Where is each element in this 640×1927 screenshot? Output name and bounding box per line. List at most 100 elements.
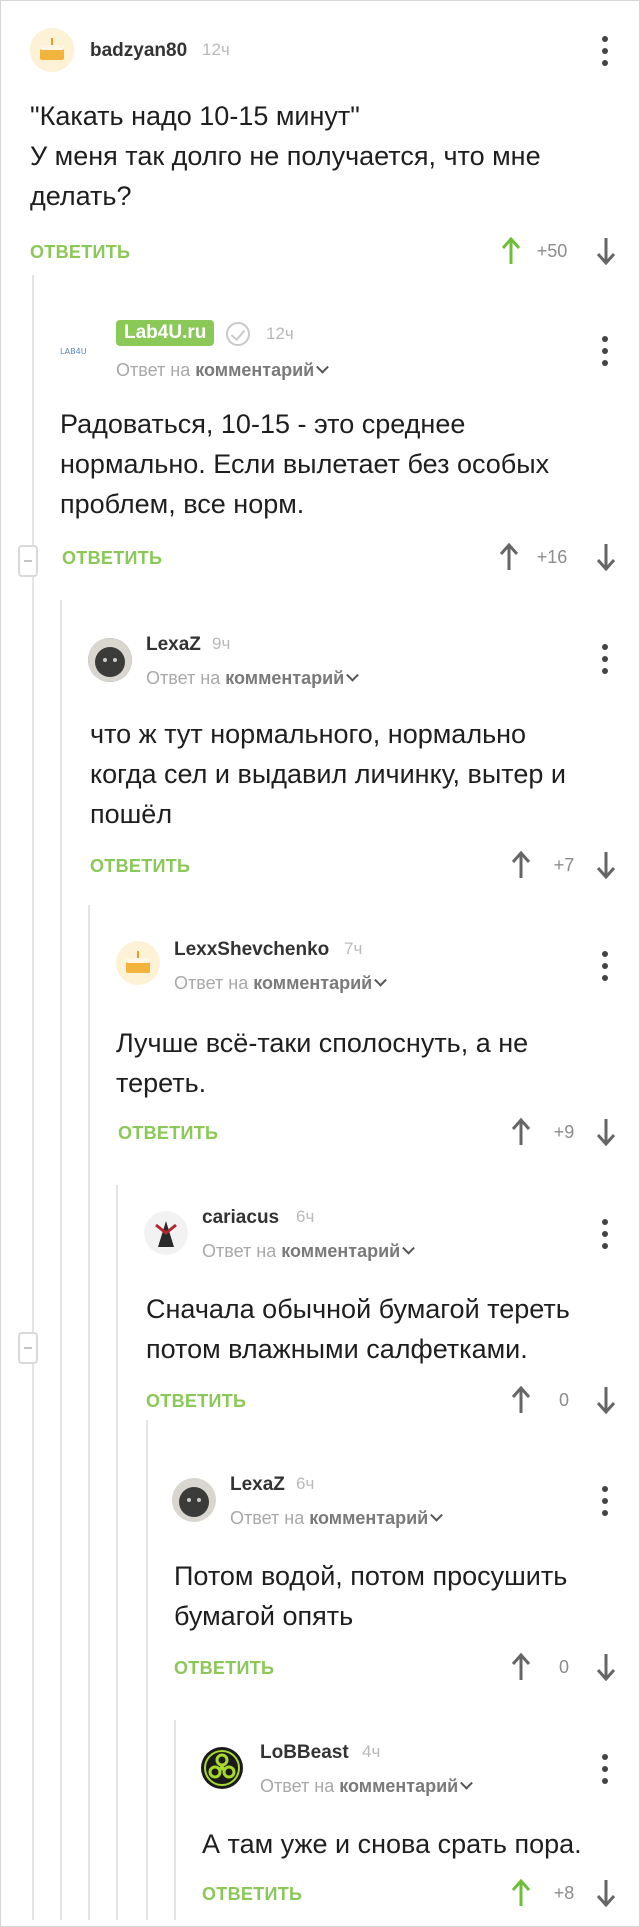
comment: LAB4U Lab4U.ru 12ч Ответ на комментарий … (58, 318, 620, 583)
reply-to-target[interactable]: комментарий (309, 1508, 428, 1528)
downvote-arrow-icon[interactable] (595, 1117, 617, 1147)
photo-avatar-icon[interactable] (88, 638, 132, 682)
thread-line-level-5 (146, 1420, 148, 1920)
thread-line-level-1 (32, 275, 34, 1920)
upvote-arrow-icon[interactable] (498, 542, 520, 572)
comment-score: +16 (536, 547, 568, 567)
comment-time: 7ч (344, 939, 363, 958)
cake-avatar-icon[interactable] (116, 941, 160, 985)
chevron-down-icon[interactable] (346, 668, 360, 682)
reply-to-prefix: Ответ на (202, 1241, 277, 1261)
reply-to-link[interactable]: Ответ на комментарий (230, 1508, 444, 1529)
reply-to-target[interactable]: комментарий (253, 973, 372, 993)
more-options-icon[interactable] (602, 951, 608, 981)
comment-author[interactable]: LexaZ (230, 1474, 285, 1496)
downvote-arrow-icon[interactable] (595, 1652, 617, 1682)
comment-author[interactable]: badzyan80 (90, 40, 187, 62)
comment-text: Радоваться, 10-15 - это среднее нормальн… (60, 409, 550, 519)
more-options-icon[interactable] (602, 36, 608, 66)
reply-button[interactable]: ОТВЕТИТЬ (146, 1391, 246, 1412)
reply-to-prefix: Ответ на (146, 668, 221, 688)
thread-line-level-6 (174, 1720, 176, 1920)
reply-button[interactable]: ОТВЕТИТЬ (174, 1658, 274, 1679)
chevron-down-icon[interactable] (316, 360, 330, 374)
thread-line-level-4 (116, 1185, 118, 1920)
reply-to-link[interactable]: Ответ на комментарий (174, 973, 388, 994)
reply-button[interactable]: ОТВЕТИТЬ (62, 548, 162, 569)
comment-text: Потом водой, потом просушить бумагой опя… (174, 1561, 568, 1631)
comment-author[interactable]: cariacus (202, 1207, 279, 1229)
reply-button[interactable]: ОТВЕТИТЬ (118, 1123, 218, 1144)
upvote-arrow-icon[interactable] (510, 850, 532, 880)
comment-text: что ж тут нормального, нормально когда с… (90, 719, 566, 829)
reply-to-link[interactable]: Ответ на комментарий (260, 1776, 474, 1797)
downvote-arrow-icon[interactable] (595, 850, 617, 880)
reply-to-prefix: Ответ на (230, 1508, 305, 1528)
comment-time: 4ч (362, 1742, 381, 1761)
comment-score: +9 (553, 1122, 575, 1142)
reply-to-target[interactable]: комментарий (339, 1776, 458, 1796)
downvote-arrow-icon[interactable] (595, 1878, 617, 1908)
reply-button[interactable]: ОТВЕТИТЬ (202, 1884, 302, 1905)
comment-author[interactable]: LoBBeast (260, 1742, 349, 1764)
thread-line-level-3 (88, 905, 90, 1920)
upvote-arrow-icon[interactable] (500, 236, 522, 266)
comment-score: 0 (558, 1390, 569, 1410)
comment-score: +7 (553, 855, 575, 875)
comment-time: 9ч (212, 634, 231, 653)
comment: LoBBeast 4ч Ответ на комментарий А там у… (200, 1740, 620, 1920)
downvote-arrow-icon[interactable] (595, 542, 617, 572)
comment: LexaZ 6ч Ответ на комментарий Потом водо… (172, 1472, 620, 1692)
reply-to-prefix: Ответ на (174, 973, 249, 993)
more-options-icon[interactable] (602, 1754, 608, 1784)
dark-figure-avatar-icon[interactable] (144, 1211, 188, 1255)
comment: cariacus 6ч Ответ на комментарий Сначала… (144, 1205, 620, 1430)
reply-to-prefix: Ответ на (116, 360, 191, 380)
more-options-icon[interactable] (602, 1219, 608, 1249)
comment-text: "Какать надо 10-15 минут" У меня так дол… (30, 101, 541, 211)
upvote-arrow-icon[interactable] (510, 1385, 532, 1415)
chevron-down-icon[interactable] (460, 1776, 474, 1790)
comment-time: 12ч (202, 40, 230, 59)
upvote-arrow-icon[interactable] (510, 1878, 532, 1908)
photo-avatar-icon[interactable] (172, 1478, 216, 1522)
reply-to-link[interactable]: Ответ на комментарий (146, 668, 360, 689)
reply-button[interactable]: ОТВЕТИТЬ (90, 856, 190, 877)
comment-text: А там уже и снова срать пора. (202, 1829, 582, 1859)
downvote-arrow-icon[interactable] (595, 236, 617, 266)
comment-time: 12ч (266, 324, 294, 343)
comment: LexaZ 9ч Ответ на комментарий что ж тут … (88, 632, 620, 892)
upvote-arrow-icon[interactable] (510, 1117, 532, 1147)
chevron-down-icon[interactable] (402, 1241, 416, 1255)
svg-text:LAB4U: LAB4U (60, 347, 87, 356)
reply-to-prefix: Ответ на (260, 1776, 335, 1796)
comment-author[interactable]: LexxShevchenko (174, 939, 329, 961)
more-options-icon[interactable] (602, 1486, 608, 1516)
collapse-thread-button[interactable] (18, 1332, 38, 1364)
comment-text: Сначала обычной бумагой тереть потом вла… (146, 1294, 570, 1364)
comment-author[interactable]: Lab4U.ru (116, 320, 215, 346)
reply-to-target[interactable]: комментарий (281, 1241, 400, 1261)
reply-to-link[interactable]: Ответ на комментарий (202, 1241, 416, 1262)
reply-button[interactable]: ОТВЕТИТЬ (30, 242, 130, 263)
chevron-down-icon[interactable] (430, 1508, 444, 1522)
collapse-thread-button[interactable] (18, 545, 38, 577)
downvote-arrow-icon[interactable] (595, 1385, 617, 1415)
comment-time: 6ч (296, 1474, 315, 1493)
more-options-icon[interactable] (602, 336, 608, 366)
cake-avatar-icon[interactable] (30, 28, 74, 72)
comment-author[interactable]: LexaZ (146, 634, 201, 656)
verified-badge-icon (226, 322, 250, 346)
reply-to-link[interactable]: Ответ на комментарий (116, 360, 330, 381)
lab4u-logo-icon[interactable]: LAB4U (58, 324, 108, 368)
reply-to-target[interactable]: комментарий (225, 668, 344, 688)
upvote-arrow-icon[interactable] (510, 1652, 532, 1682)
more-options-icon[interactable] (602, 644, 608, 674)
biohazard-avatar-icon[interactable] (200, 1746, 244, 1790)
comment-score: +8 (553, 1883, 575, 1903)
reply-to-target[interactable]: комментарий (195, 360, 314, 380)
comment-time: 6ч (296, 1207, 315, 1226)
chevron-down-icon[interactable] (374, 973, 388, 987)
comment: badzyan80 12ч "Какать надо 10-15 минут" … (30, 28, 620, 273)
comment: LexxShevchenko 7ч Ответ на комментарий Л… (116, 935, 620, 1160)
